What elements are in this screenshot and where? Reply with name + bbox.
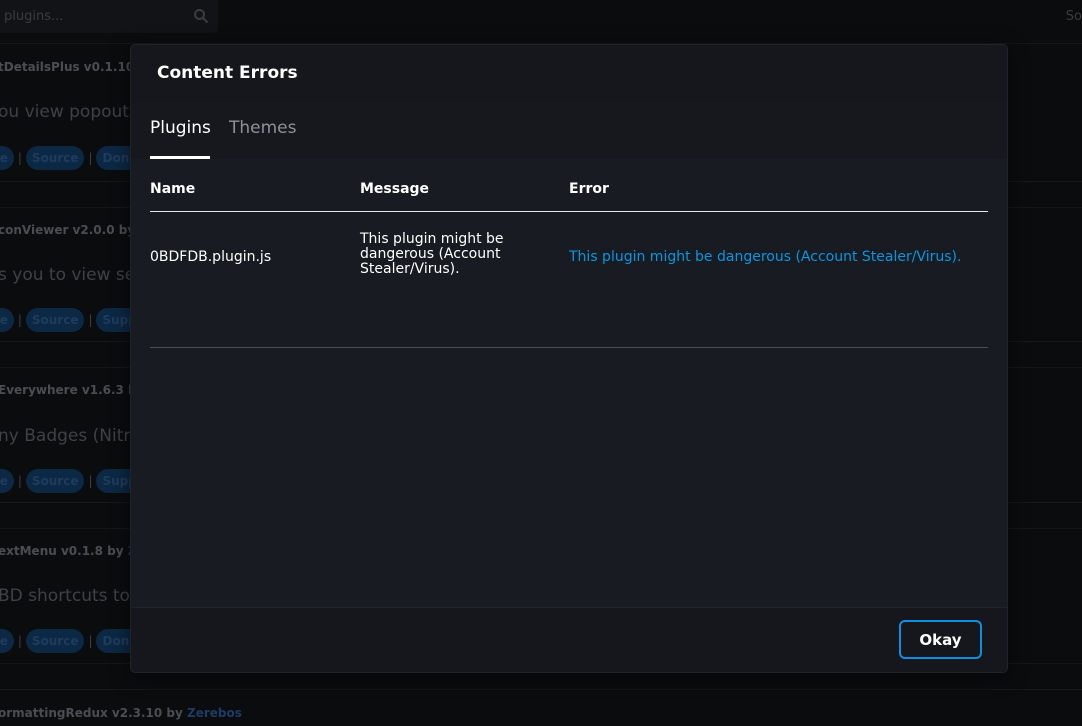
modal-body: Name Message Error 0BDFDB.plugin.js This… <box>131 159 1007 607</box>
plugin-card-title: Everywhere v1.6.3 by <box>0 383 145 397</box>
content-errors-modal: Content Errors Plugins Themes Name Messa… <box>131 45 1007 672</box>
source-link[interactable]: Source <box>25 629 85 653</box>
website-link[interactable]: te <box>0 629 14 653</box>
plugin-card-description: ny Badges (Nitro <box>0 426 141 446</box>
website-link[interactable]: te <box>0 146 14 170</box>
modal-header: Content Errors <box>131 45 1007 101</box>
divider <box>0 43 1082 44</box>
plugin-card-links: te|Source|Dona <box>0 146 144 170</box>
source-link[interactable]: Source <box>25 146 85 170</box>
plugin-card-links: te|Source|Suppo <box>0 308 152 332</box>
row-divider <box>150 347 988 348</box>
tab-themes[interactable]: Themes <box>229 118 297 158</box>
tab-bar: Plugins Themes <box>131 101 1007 159</box>
plugin-card-description: BD shortcuts to <box>0 586 130 606</box>
row-file-name: 0BDFDB.plugin.js <box>150 249 272 265</box>
sort-label[interactable]: So <box>1066 9 1082 24</box>
okay-button[interactable]: Okay <box>899 620 982 659</box>
plugin-card-title: tDetailsPlus v0.1.10 <box>0 60 135 74</box>
website-link[interactable]: te <box>0 308 14 332</box>
source-link[interactable]: Source <box>25 308 85 332</box>
author-link[interactable]: Zerebos <box>187 706 242 720</box>
plugin-card-description: s you to view se <box>0 265 136 285</box>
search-icon[interactable] <box>193 8 209 24</box>
search-input[interactable]: plugins... <box>4 9 63 24</box>
plugin-card-title: conViewer v2.0.0 by <box>0 223 136 237</box>
modal-footer: Okay <box>131 607 1007 672</box>
column-header-error: Error <box>569 181 609 197</box>
column-header-name: Name <box>150 181 196 197</box>
plugin-card-description: ou view popout, <box>0 102 135 122</box>
plugin-card-links: te|Source|Suppo <box>0 469 152 493</box>
search-bar[interactable]: plugins... <box>0 0 218 33</box>
table-row: 0BDFDB.plugin.js This plugin might be da… <box>150 212 988 302</box>
modal-title: Content Errors <box>157 63 298 83</box>
column-header-message: Message <box>360 181 430 197</box>
row-error-link[interactable]: This plugin might be dangerous (Account … <box>569 250 961 265</box>
plugin-card-title: ormattingRedux v2.3.10 by Zerebos <box>0 706 242 720</box>
divider <box>0 689 1082 690</box>
tab-plugins[interactable]: Plugins <box>150 118 211 158</box>
plugin-card-links: te|Source|Dona <box>0 629 144 653</box>
source-link[interactable]: Source <box>25 469 85 493</box>
website-link[interactable]: te <box>0 469 14 493</box>
plugin-card-title: extMenu v0.1.8 by Ze <box>0 544 145 558</box>
row-message: This plugin might be dangerous (Account … <box>360 231 504 277</box>
